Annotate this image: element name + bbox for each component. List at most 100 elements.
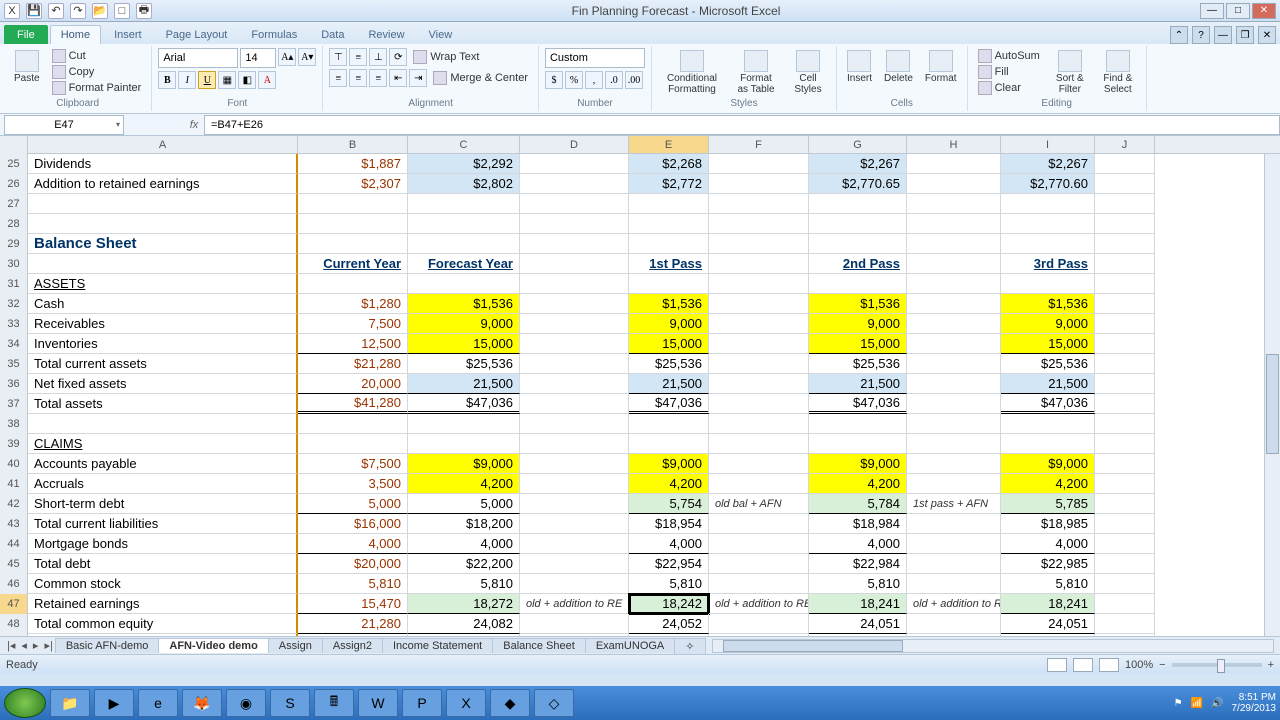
cell-G35[interactable]: $25,536 bbox=[809, 354, 907, 374]
cell-I48[interactable]: 24,051 bbox=[1001, 614, 1095, 634]
cell-A39[interactable]: CLAIMS bbox=[28, 434, 298, 454]
cell-A49[interactable]: Total liabilities + equity bbox=[28, 634, 298, 636]
tray-volume-icon[interactable]: 🔊 bbox=[1211, 698, 1223, 709]
cell-I26[interactable]: $2,770.60 bbox=[1001, 174, 1095, 194]
taskbar-calc-icon[interactable]: 🖩 bbox=[314, 689, 354, 717]
cell-D48[interactable] bbox=[520, 614, 629, 634]
taskbar-ie-icon[interactable]: e bbox=[138, 689, 178, 717]
cell-F45[interactable] bbox=[709, 554, 809, 574]
cell-D26[interactable] bbox=[520, 174, 629, 194]
cell-F39[interactable] bbox=[709, 434, 809, 454]
cell-F35[interactable] bbox=[709, 354, 809, 374]
cell-I41[interactable]: 4,200 bbox=[1001, 474, 1095, 494]
cell-H26[interactable] bbox=[907, 174, 1001, 194]
cell-E25[interactable]: $2,268 bbox=[629, 154, 709, 174]
cell-D44[interactable] bbox=[520, 534, 629, 554]
taskbar-excel-icon[interactable]: X bbox=[446, 689, 486, 717]
bold-button[interactable]: B bbox=[158, 71, 176, 89]
cell-F41[interactable] bbox=[709, 474, 809, 494]
cell-I31[interactable] bbox=[1001, 274, 1095, 294]
cell-A32[interactable]: Cash bbox=[28, 294, 298, 314]
cell-I27[interactable] bbox=[1001, 194, 1095, 214]
cell-B43[interactable]: $16,000 bbox=[298, 514, 408, 534]
cell-G41[interactable]: 4,200 bbox=[809, 474, 907, 494]
vscroll-thumb[interactable] bbox=[1266, 354, 1279, 454]
cell-D49[interactable] bbox=[520, 634, 629, 636]
row-header-34[interactable]: 34 bbox=[0, 334, 28, 354]
cell-G29[interactable] bbox=[809, 234, 907, 254]
cell-J49[interactable] bbox=[1095, 634, 1155, 636]
cell-I32[interactable]: $1,536 bbox=[1001, 294, 1095, 314]
hscroll-thumb[interactable] bbox=[723, 640, 903, 652]
cell-F49[interactable] bbox=[709, 634, 809, 636]
cell-A45[interactable]: Total debt bbox=[28, 554, 298, 574]
fill-button[interactable]: Fill bbox=[974, 64, 1044, 80]
cell-B41[interactable]: 3,500 bbox=[298, 474, 408, 494]
cell-C35[interactable]: $25,536 bbox=[408, 354, 520, 374]
cell-I49[interactable]: $47,036 bbox=[1001, 634, 1095, 636]
format-as-table-button[interactable]: Format as Table bbox=[730, 48, 782, 97]
cell-G40[interactable]: $9,000 bbox=[809, 454, 907, 474]
cell-C47[interactable]: 18,272 bbox=[408, 594, 520, 614]
row-header-44[interactable]: 44 bbox=[0, 534, 28, 554]
cell-B47[interactable]: 15,470 bbox=[298, 594, 408, 614]
cell-G36[interactable]: 21,500 bbox=[809, 374, 907, 394]
autosum-button[interactable]: AutoSum bbox=[974, 48, 1044, 64]
cell-F28[interactable] bbox=[709, 214, 809, 234]
cell-G43[interactable]: $18,984 bbox=[809, 514, 907, 534]
help-icon[interactable]: ? bbox=[1192, 26, 1210, 44]
orientation-button[interactable]: ⟳ bbox=[389, 48, 407, 66]
format-painter-button[interactable]: Format Painter bbox=[48, 80, 146, 96]
cell-F32[interactable] bbox=[709, 294, 809, 314]
col-header-C[interactable]: C bbox=[408, 136, 520, 153]
cell-D38[interactable] bbox=[520, 414, 629, 434]
insert-cells-button[interactable]: Insert bbox=[843, 48, 876, 86]
row-header-30[interactable]: 30 bbox=[0, 254, 28, 274]
row-header-40[interactable]: 40 bbox=[0, 454, 28, 474]
align-bottom-button[interactable]: ⊥ bbox=[369, 48, 387, 66]
cell-B34[interactable]: 12,500 bbox=[298, 334, 408, 354]
paste-button[interactable]: Paste bbox=[10, 48, 44, 86]
cell-C46[interactable]: 5,810 bbox=[408, 574, 520, 594]
cell-G26[interactable]: $2,770.65 bbox=[809, 174, 907, 194]
cell-F47[interactable]: old + addition to RE bbox=[709, 594, 809, 614]
cell-C29[interactable] bbox=[408, 234, 520, 254]
cell-B27[interactable] bbox=[298, 194, 408, 214]
number-format-select[interactable] bbox=[545, 48, 645, 68]
cell-D45[interactable] bbox=[520, 554, 629, 574]
cell-C39[interactable] bbox=[408, 434, 520, 454]
cell-A29[interactable]: Balance Sheet bbox=[28, 234, 298, 254]
cell-J47[interactable] bbox=[1095, 594, 1155, 614]
cell-F36[interactable] bbox=[709, 374, 809, 394]
cell-I42[interactable]: 5,785 bbox=[1001, 494, 1095, 514]
row-header-42[interactable]: 42 bbox=[0, 494, 28, 514]
open-icon[interactable]: 📂 bbox=[92, 3, 108, 19]
cell-I36[interactable]: 21,500 bbox=[1001, 374, 1095, 394]
cell-H36[interactable] bbox=[907, 374, 1001, 394]
tab-home[interactable]: Home bbox=[50, 25, 101, 44]
cell-F30[interactable] bbox=[709, 254, 809, 274]
cell-E42[interactable]: 5,754 bbox=[629, 494, 709, 514]
cell-J29[interactable] bbox=[1095, 234, 1155, 254]
cell-J38[interactable] bbox=[1095, 414, 1155, 434]
cell-G38[interactable] bbox=[809, 414, 907, 434]
cell-B29[interactable] bbox=[298, 234, 408, 254]
cell-H46[interactable] bbox=[907, 574, 1001, 594]
cell-E27[interactable] bbox=[629, 194, 709, 214]
cell-F27[interactable] bbox=[709, 194, 809, 214]
cell-D31[interactable] bbox=[520, 274, 629, 294]
tray-network-icon[interactable]: 📶 bbox=[1191, 698, 1203, 709]
cell-I25[interactable]: $2,267 bbox=[1001, 154, 1095, 174]
col-header-B[interactable]: B bbox=[298, 136, 408, 153]
cell-B36[interactable]: 20,000 bbox=[298, 374, 408, 394]
taskbar-ppt-icon[interactable]: P bbox=[402, 689, 442, 717]
cell-E33[interactable]: 9,000 bbox=[629, 314, 709, 334]
cell-E32[interactable]: $1,536 bbox=[629, 294, 709, 314]
font-size-select[interactable] bbox=[240, 48, 276, 68]
col-header-E[interactable]: E bbox=[629, 136, 709, 153]
cell-I30[interactable]: 3rd Pass bbox=[1001, 254, 1095, 274]
cell-A35[interactable]: Total current assets bbox=[28, 354, 298, 374]
vertical-scrollbar[interactable] bbox=[1264, 154, 1280, 636]
wrap-text-button[interactable]: Wrap Text bbox=[409, 48, 483, 66]
cell-E35[interactable]: $25,536 bbox=[629, 354, 709, 374]
